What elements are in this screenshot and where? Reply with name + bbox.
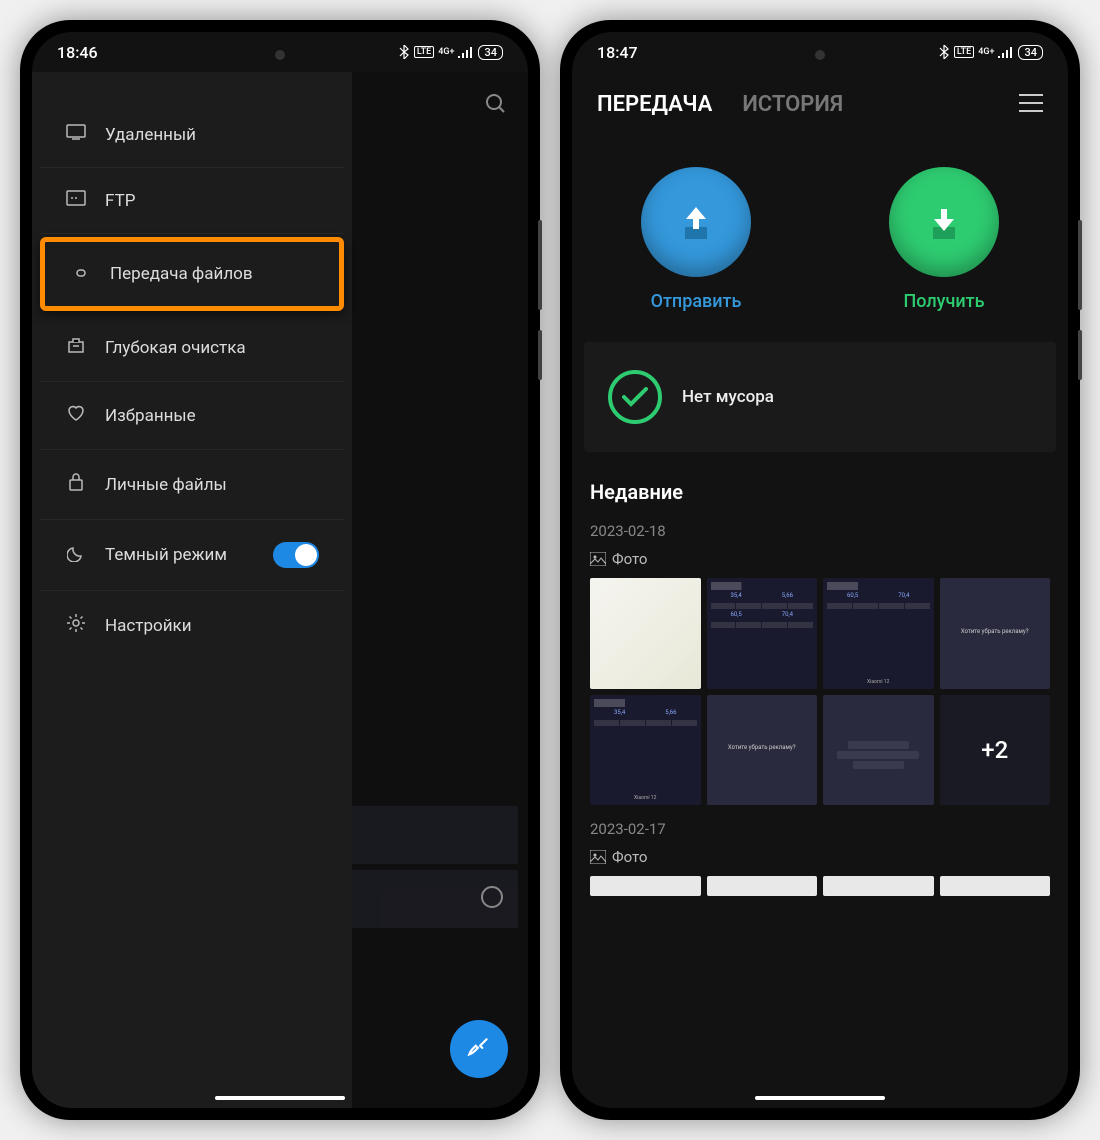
brush-icon [466, 1036, 492, 1062]
thumb-image[interactable] [590, 578, 701, 689]
receive-button[interactable]: Получить [889, 167, 999, 312]
send-label: Отправить [651, 291, 742, 312]
signal-icon [998, 46, 1014, 58]
lock-icon [65, 472, 87, 497]
clean-status-card[interactable]: Нет мусора [584, 342, 1056, 452]
drawer-item-remote[interactable]: Удаленный [40, 102, 344, 168]
moon-icon [65, 544, 87, 567]
drawer-label: Личные файлы [105, 475, 319, 495]
link-icon [70, 264, 92, 284]
battery-indicator: 34 [1018, 45, 1043, 60]
gear-icon [65, 613, 87, 638]
date-label: 2023-02-18 [590, 522, 1050, 540]
clean-icon [65, 336, 87, 359]
bluetooth-icon [938, 45, 950, 59]
upload-icon [641, 167, 751, 277]
drawer-item-deepclean[interactable]: Глубокая очистка [40, 314, 344, 382]
image-icon [590, 850, 606, 864]
recent-title: Недавние [590, 480, 1050, 504]
tab-transfer[interactable]: ПЕРЕДАЧА [597, 92, 712, 117]
status-icons: LTE 4G+ 34 [398, 45, 503, 60]
heart-icon [65, 404, 87, 427]
darkmode-toggle[interactable] [273, 542, 319, 568]
thumb-image[interactable]: 60,570,4 Xiaomi 12 [823, 578, 934, 689]
ftp-icon [65, 190, 87, 211]
drawer-item-favorites[interactable]: Избранные [40, 382, 344, 450]
clean-status-text: Нет мусора [682, 387, 774, 407]
thumb-image[interactable]: Хотите убрать рекламу? [707, 695, 818, 806]
thumb-image[interactable] [707, 876, 818, 896]
radio-unchecked[interactable] [481, 886, 503, 908]
receive-label: Получить [903, 291, 984, 312]
thumb-image[interactable] [823, 695, 934, 806]
drawer-menu: Удаленный FTP Передача файлов Глубокая о… [32, 72, 352, 1108]
drawer-label: Темный режим [105, 545, 255, 565]
thumb-image[interactable] [940, 876, 1051, 896]
home-indicator[interactable] [755, 1096, 885, 1100]
image-icon [590, 552, 606, 566]
tab-history[interactable]: ИСТОРИЯ [742, 92, 843, 117]
signal-icon [458, 46, 474, 58]
status-icons: LTE 4G+ 34 [938, 45, 1043, 60]
download-icon [889, 167, 999, 277]
drawer-label: Избранные [105, 406, 319, 426]
drawer-item-transfer[interactable]: Передача файлов [40, 237, 344, 311]
drawer-label: FTP [105, 191, 319, 211]
battery-indicator: 34 [478, 45, 503, 60]
thumb-image-more[interactable]: +2 [940, 695, 1051, 806]
date-label: 2023-02-17 [590, 820, 1050, 838]
drawer-label: Глубокая очистка [105, 338, 319, 358]
thumb-image[interactable] [823, 876, 934, 896]
drawer-label: Настройки [105, 616, 319, 636]
thumb-image[interactable]: 35,45,66 Xiaomi 12 [590, 695, 701, 806]
drawer-item-settings[interactable]: Настройки [40, 591, 344, 660]
photo-label: Фото [590, 848, 1050, 866]
thumb-image[interactable]: Хотите убрать рекламу? [940, 578, 1051, 689]
bluetooth-icon [398, 45, 410, 59]
status-time: 18:47 [597, 43, 638, 62]
drawer-item-private[interactable]: Личные файлы [40, 450, 344, 520]
drawer-item-ftp[interactable]: FTP [40, 168, 344, 234]
home-indicator[interactable] [215, 1096, 345, 1100]
thumb-image[interactable] [590, 876, 701, 896]
drawer-item-darkmode[interactable]: Темный режим [40, 520, 344, 591]
photo-label: Фото [590, 550, 1050, 568]
menu-icon[interactable] [1019, 93, 1043, 117]
clean-fab[interactable] [450, 1020, 508, 1078]
send-button[interactable]: Отправить [641, 167, 751, 312]
thumb-image[interactable]: 35,45,66 60,570,4 [707, 578, 818, 689]
more-count: +2 [940, 695, 1051, 806]
display-icon [65, 124, 87, 145]
drawer-label: Передача файлов [110, 264, 314, 284]
search-icon[interactable] [484, 92, 508, 120]
check-icon [608, 370, 662, 424]
drawer-label: Удаленный [105, 125, 319, 145]
status-time: 18:46 [57, 43, 98, 62]
